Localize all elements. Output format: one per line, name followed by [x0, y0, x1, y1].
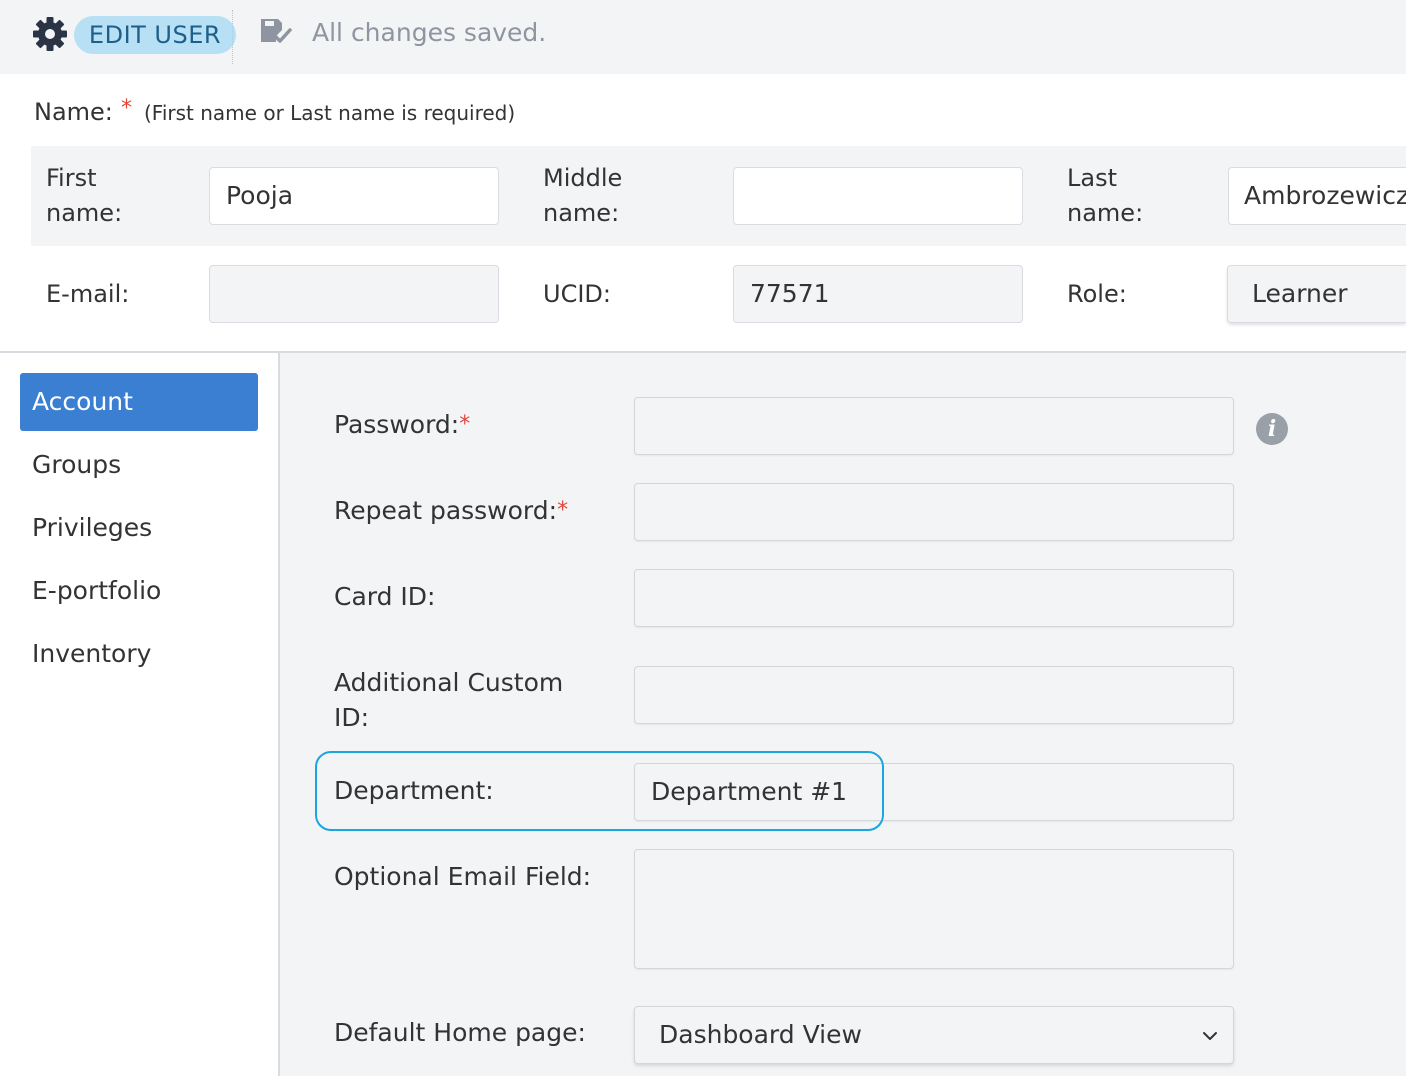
- toolbar-divider: [232, 10, 233, 64]
- name-hint: (First name or Last name is required): [144, 101, 516, 125]
- gear-icon[interactable]: [30, 14, 70, 54]
- required-marker: *: [459, 412, 471, 437]
- info-icon[interactable]: i: [1256, 413, 1288, 445]
- card-id-label: Card ID:: [334, 582, 436, 611]
- optional-email-textarea[interactable]: [634, 849, 1234, 969]
- chevron-down-icon: [1203, 1032, 1217, 1040]
- optional-email-label: Optional Email Field:: [334, 862, 592, 891]
- required-marker: *: [557, 498, 569, 523]
- card-id-input[interactable]: [634, 569, 1234, 627]
- middle-name-input[interactable]: [733, 167, 1023, 225]
- email-input[interactable]: [209, 265, 499, 323]
- sidebar-item-e-portfolio[interactable]: E-portfolio: [20, 562, 258, 620]
- default-home-value: Dashboard View: [659, 1020, 862, 1049]
- default-home-select[interactable]: Dashboard View: [634, 1006, 1234, 1064]
- last-name-label: Last name:: [1067, 164, 1144, 227]
- ucid-input[interactable]: 77571: [733, 265, 1023, 323]
- name-label: Name:: [34, 98, 113, 126]
- sidebar-item-privileges[interactable]: Privileges: [20, 499, 258, 557]
- save-check-icon: [261, 19, 292, 43]
- default-home-label: Default Home page:: [334, 1018, 586, 1047]
- sidebar-item-groups[interactable]: Groups: [20, 436, 258, 494]
- role-label: Role:: [1067, 280, 1127, 308]
- required-marker: *: [121, 96, 132, 121]
- top-toolbar: EDIT USER All changes saved.: [0, 0, 1406, 74]
- last-name-input[interactable]: Ambrozewicz: [1228, 167, 1406, 225]
- department-highlight: [315, 751, 884, 831]
- password-label: Password:*: [334, 407, 470, 442]
- middle-name-label: Middle name:: [543, 164, 623, 227]
- edit-user-badge: EDIT USER: [74, 16, 236, 54]
- additional-custom-id-label: Additional Custom ID:: [334, 668, 564, 732]
- repeat-password-input[interactable]: [634, 483, 1234, 541]
- sidebar-item-inventory[interactable]: Inventory: [20, 625, 258, 683]
- password-input[interactable]: [634, 397, 1234, 455]
- first-name-input[interactable]: Pooja: [209, 167, 499, 225]
- additional-custom-id-input[interactable]: [634, 666, 1234, 724]
- repeat-password-label-text: Repeat password:: [334, 496, 558, 525]
- email-label: E-mail:: [46, 280, 130, 308]
- password-label-text: Password:: [334, 410, 460, 439]
- sidebar-item-account[interactable]: Account: [20, 373, 258, 431]
- repeat-password-label: Repeat password:*: [334, 493, 568, 528]
- first-name-label: First name:: [46, 164, 123, 227]
- save-status-text: All changes saved.: [312, 18, 547, 47]
- ucid-label: UCID:: [543, 280, 611, 308]
- role-select[interactable]: Learner: [1227, 265, 1406, 323]
